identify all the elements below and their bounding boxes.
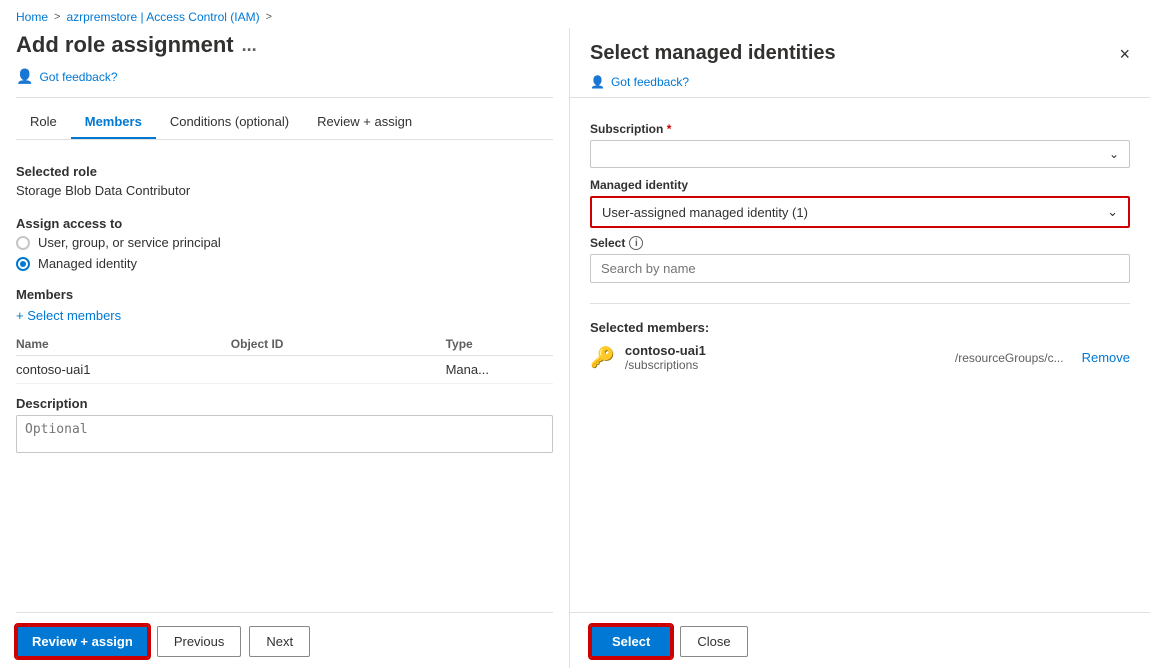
members-label: Members xyxy=(16,287,553,302)
page-title-row: Add role assignment ... xyxy=(16,28,553,58)
assign-access-label: Assign access to xyxy=(16,216,553,231)
breadcrumb-sep2: > xyxy=(266,11,272,23)
col-header-name: Name xyxy=(16,337,231,351)
managed-identity-label: Managed identity xyxy=(590,178,1130,192)
breadcrumb-sep1: > xyxy=(54,11,60,23)
col-header-type: Type xyxy=(446,337,553,351)
divider-feedback xyxy=(16,97,553,98)
search-label: Select i xyxy=(590,236,1130,250)
row-type: Mana... xyxy=(446,362,553,377)
panel-select-button[interactable]: Select xyxy=(590,625,672,658)
search-info-icon[interactable]: i xyxy=(629,236,643,250)
panel-feedback-icon: 👤 xyxy=(590,75,605,89)
selected-members-section: Selected members: 🔑 contoso-uai1 /subscr… xyxy=(590,303,1130,372)
panel-title: Select managed identities xyxy=(590,42,836,65)
managed-identity-dropdown[interactable]: User-assigned managed identity (1) ⌄ xyxy=(592,198,1128,226)
subscription-chevron-icon: ⌄ xyxy=(1109,147,1119,161)
member-path: /subscriptions xyxy=(625,358,839,372)
selected-role-value: Storage Blob Data Contributor xyxy=(16,183,553,198)
selected-role-label: Selected role xyxy=(16,164,553,179)
table-row: contoso-uai1 Mana... xyxy=(16,356,553,384)
feedback-row[interactable]: 👤 Got feedback? xyxy=(16,68,553,85)
panel-close-btn[interactable]: Close xyxy=(680,626,747,657)
select-members-link[interactable]: + Select members xyxy=(16,308,553,323)
member-icon: 🔑 xyxy=(590,345,615,370)
tab-conditions[interactable]: Conditions (optional) xyxy=(156,106,303,139)
managed-identity-box: User-assigned managed identity (1) ⌄ xyxy=(590,196,1130,228)
radio-managed-circle[interactable] xyxy=(16,257,30,271)
page-title-dots[interactable]: ... xyxy=(242,35,257,56)
radio-managed[interactable]: Managed identity xyxy=(16,256,553,271)
breadcrumb-store[interactable]: azrpremstore | Access Control (IAM) xyxy=(66,10,259,24)
radio-ugsp[interactable]: User, group, or service principal xyxy=(16,235,553,250)
review-assign-button[interactable]: Review + assign xyxy=(16,625,149,658)
radio-ugsp-label: User, group, or service principal xyxy=(38,235,221,250)
description-input[interactable] xyxy=(16,415,553,453)
member-item: 🔑 contoso-uai1 /subscriptions /resourceG… xyxy=(590,343,1130,372)
description-label: Description xyxy=(16,396,553,411)
subscription-required: * xyxy=(667,122,672,136)
radio-managed-label: Managed identity xyxy=(38,256,137,271)
search-input[interactable] xyxy=(590,254,1130,283)
left-footer: Review + assign Previous Next xyxy=(16,612,553,668)
row-id xyxy=(231,362,446,377)
managed-identity-value: User-assigned managed identity (1) xyxy=(602,205,808,220)
feedback-icon: 👤 xyxy=(16,68,33,85)
panel-body: Subscription * ⌄ Managed identity User-a… xyxy=(570,110,1150,612)
panel-header: Select managed identities × xyxy=(570,28,1150,75)
previous-button[interactable]: Previous xyxy=(157,626,242,657)
subscription-label: Subscription * xyxy=(590,122,1130,136)
panel-feedback-row[interactable]: 👤 Got feedback? xyxy=(570,75,1150,97)
tab-role[interactable]: Role xyxy=(16,106,71,139)
member-resource: /resourceGroups/c... xyxy=(849,351,1063,365)
col-header-id: Object ID xyxy=(231,337,446,351)
page-title: Add role assignment xyxy=(16,32,234,58)
members-table-header: Name Object ID Type xyxy=(16,333,553,356)
tab-review[interactable]: Review + assign xyxy=(303,106,426,139)
radio-ugsp-circle[interactable] xyxy=(16,236,30,250)
selected-members-label: Selected members: xyxy=(590,320,1130,335)
member-name: contoso-uai1 xyxy=(625,343,839,358)
breadcrumb: Home > azrpremstore | Access Control (IA… xyxy=(0,0,1150,28)
breadcrumb-home[interactable]: Home xyxy=(16,10,48,24)
panel-footer: Select Close xyxy=(570,612,1150,668)
right-panel: Select managed identities × 👤 Got feedba… xyxy=(570,28,1150,668)
subscription-dropdown[interactable]: ⌄ xyxy=(590,140,1130,168)
assign-access-options: User, group, or service principal Manage… xyxy=(16,235,553,271)
row-name: contoso-uai1 xyxy=(16,362,231,377)
member-info: contoso-uai1 /subscriptions xyxy=(625,343,839,372)
left-panel: Add role assignment ... 👤 Got feedback? … xyxy=(0,28,570,668)
managed-identity-chevron-icon: ⌄ xyxy=(1107,204,1118,220)
feedback-text[interactable]: Got feedback? xyxy=(39,70,117,84)
panel-close-button[interactable]: × xyxy=(1119,45,1130,63)
panel-divider xyxy=(570,97,1150,98)
tab-bar: Role Members Conditions (optional) Revie… xyxy=(16,106,553,140)
tab-members[interactable]: Members xyxy=(71,106,156,139)
panel-feedback-text[interactable]: Got feedback? xyxy=(611,75,689,89)
member-remove-link[interactable]: Remove xyxy=(1082,350,1130,365)
next-button[interactable]: Next xyxy=(249,626,310,657)
